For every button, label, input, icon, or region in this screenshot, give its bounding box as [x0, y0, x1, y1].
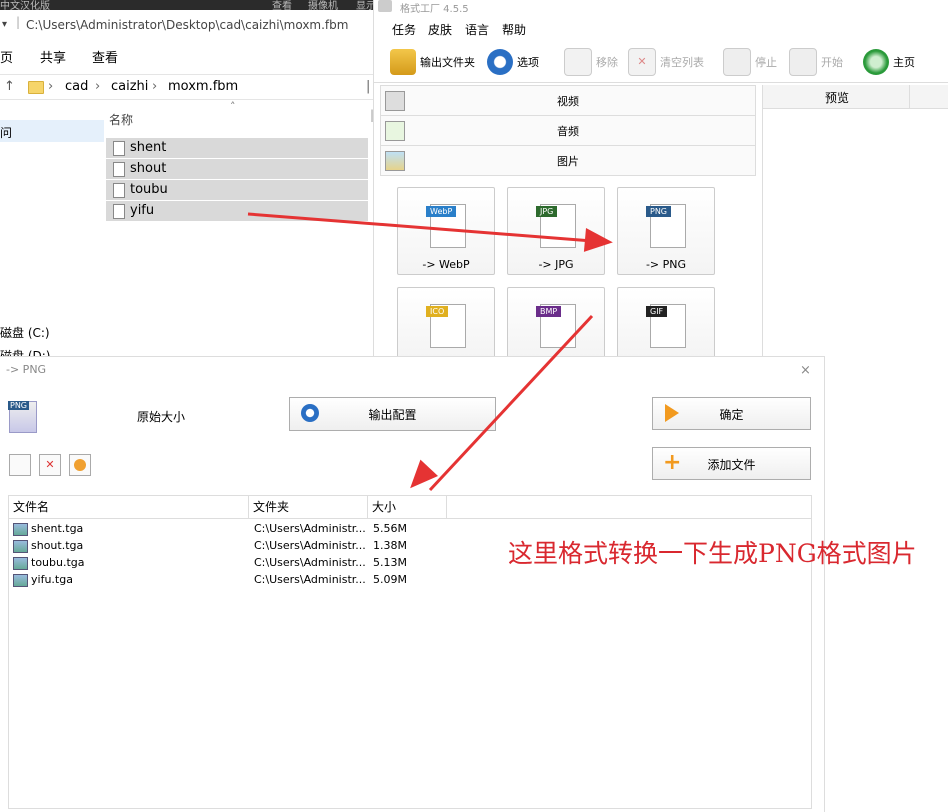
- arrowhead-png: [583, 228, 613, 252]
- arrow-to-png-tile: [247, 212, 607, 247]
- arrowhead-size: [410, 459, 438, 489]
- annotation-text: 这里格式转换一下生成PNG格式图片: [508, 539, 917, 568]
- annotation-arrows: [247, 212, 613, 492]
- arrow-to-size-column: [428, 314, 594, 492]
